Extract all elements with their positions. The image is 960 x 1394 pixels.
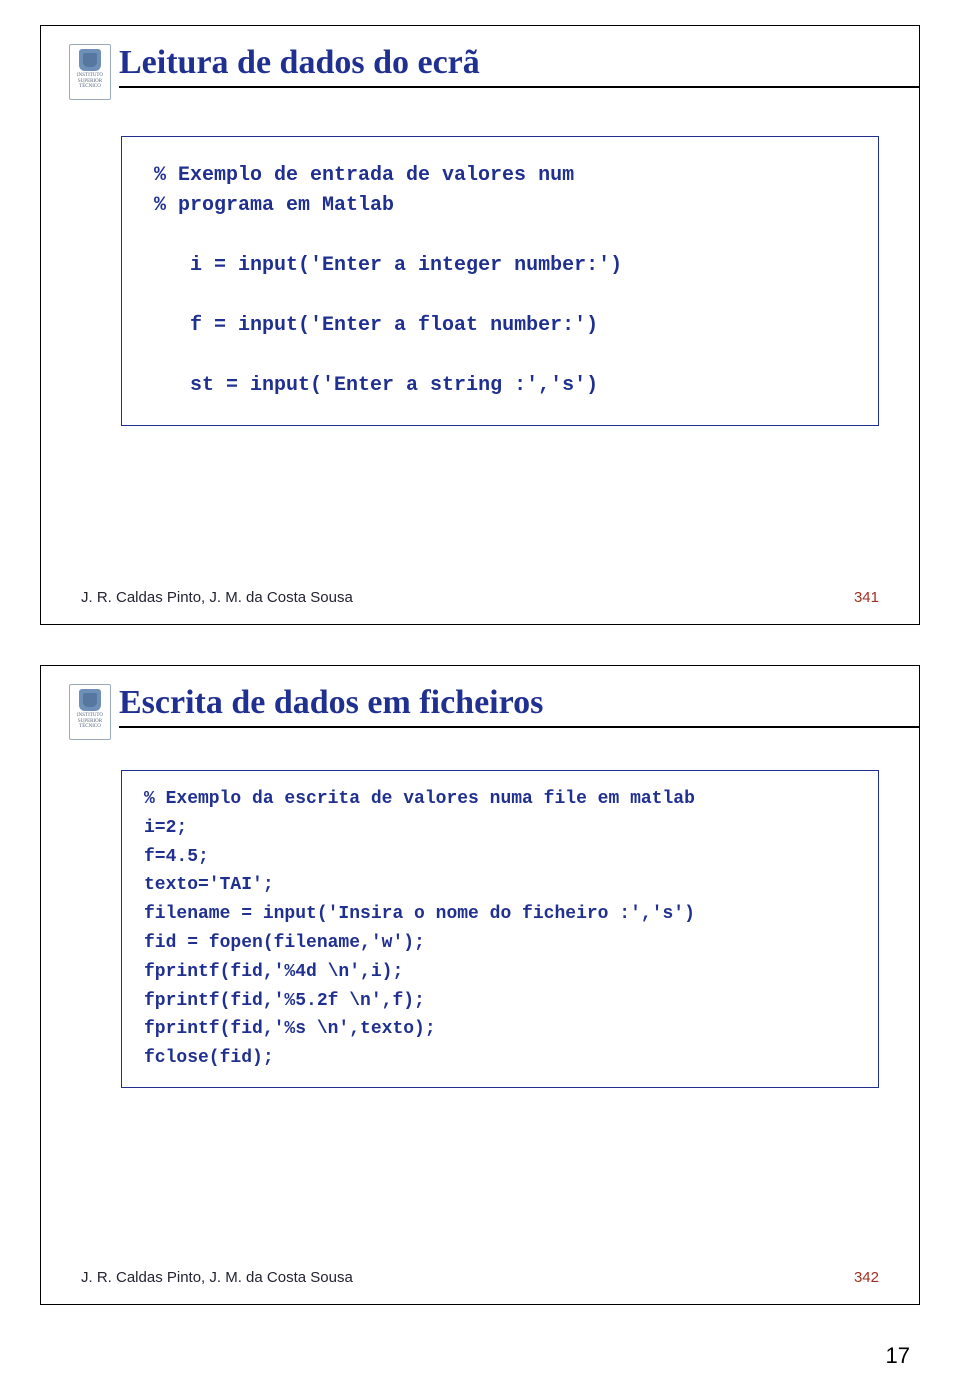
logo-line-1: INSTITUTO [77, 73, 103, 79]
footer-author: J. R. Caldas Pinto, J. M. da Costa Sousa [81, 589, 353, 606]
title-wrap: Escrita de dados em ficheiros [111, 684, 919, 728]
slide-2: INSTITUTO SUPERIOR TÉCNICO Escrita de da… [40, 665, 920, 1305]
slide-header: INSTITUTO SUPERIOR TÉCNICO Leitura de da… [41, 26, 919, 100]
footer-author: J. R. Caldas Pinto, J. M. da Costa Sousa [81, 1269, 353, 1286]
logo-line-1: INSTITUTO [77, 713, 103, 719]
code-example-1: % Exemplo de entrada de valores num % pr… [121, 136, 879, 426]
shield-icon [79, 49, 101, 71]
footer-page-number: 341 [854, 589, 879, 606]
slide-1: INSTITUTO SUPERIOR TÉCNICO Leitura de da… [40, 25, 920, 625]
ist-logo: INSTITUTO SUPERIOR TÉCNICO [69, 684, 111, 740]
ist-logo: INSTITUTO SUPERIOR TÉCNICO [69, 44, 111, 100]
logo-line-3: TÉCNICO [77, 84, 103, 90]
title-rule [119, 86, 919, 88]
page-title: Leitura de dados do ecrã [119, 44, 919, 86]
outer-page-number: 17 [886, 1343, 910, 1369]
logo-line-3: TÉCNICO [77, 724, 103, 730]
title-rule [119, 726, 919, 728]
title-wrap: Leitura de dados do ecrã [111, 44, 919, 88]
footer-page-number: 342 [854, 1269, 879, 1286]
slide-footer: J. R. Caldas Pinto, J. M. da Costa Sousa… [81, 589, 879, 606]
logo-caption: INSTITUTO SUPERIOR TÉCNICO [77, 713, 103, 730]
page-title: Escrita de dados em ficheiros [119, 684, 919, 726]
shield-icon [79, 689, 101, 711]
slide-footer: J. R. Caldas Pinto, J. M. da Costa Sousa… [81, 1269, 879, 1286]
code-example-2: % Exemplo da escrita de valores numa fil… [121, 770, 879, 1088]
logo-caption: INSTITUTO SUPERIOR TÉCNICO [77, 73, 103, 90]
slide-header: INSTITUTO SUPERIOR TÉCNICO Escrita de da… [41, 666, 919, 740]
